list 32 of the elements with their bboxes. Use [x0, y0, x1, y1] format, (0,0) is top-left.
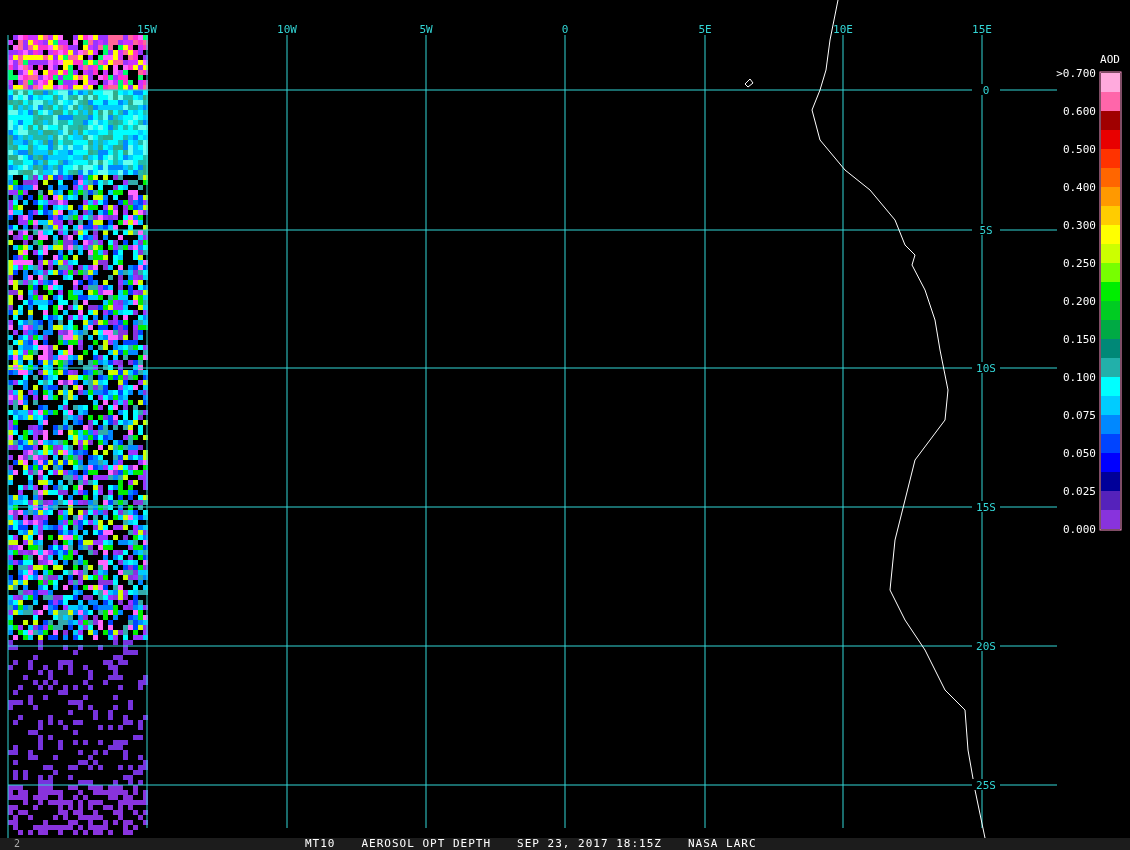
- longitude-label: 10E: [833, 23, 853, 36]
- longitude-label: 5W: [419, 23, 433, 36]
- legend-value: 0.050: [1062, 447, 1096, 460]
- status-text: AEROSOL OPT DEPTH: [361, 838, 492, 850]
- legend-value: 0.075: [1062, 409, 1096, 422]
- legend-value: 0.250: [1062, 257, 1096, 270]
- latitude-label: 5S: [979, 224, 993, 237]
- longitude-label: 0: [561, 23, 569, 36]
- status-text: SEP 23, 2017 18:15Z: [517, 838, 662, 850]
- latitude-label: 20S: [976, 640, 996, 653]
- legend-value: 0.200: [1062, 295, 1096, 308]
- status-text: MT10: [305, 838, 336, 850]
- longitude-label: 10W: [277, 23, 297, 36]
- legend-value: 0.400: [1062, 181, 1096, 194]
- legend-title: AOD: [1100, 53, 1120, 66]
- latitude-label: 0: [982, 84, 990, 97]
- longitude-label: 15W: [137, 23, 157, 36]
- latitude-label: 25S: [976, 779, 996, 792]
- status-text: NASA LARC: [687, 838, 757, 850]
- legend-value: >0.700: [1056, 67, 1096, 80]
- longitude-label: 15E: [972, 23, 992, 36]
- legend-value: 0.000: [1062, 523, 1096, 536]
- latitude-label: 10S: [976, 362, 996, 375]
- frame-number: 2: [13, 838, 22, 850]
- legend-value: 0.100: [1062, 371, 1096, 384]
- legend-value: 0.150: [1062, 333, 1096, 346]
- legend-value: 0.600: [1062, 105, 1096, 118]
- longitude-label: 5E: [698, 23, 712, 36]
- legend-value: 0.025: [1062, 485, 1096, 498]
- legend-value: 0.300: [1062, 219, 1096, 232]
- legend-value: 0.500: [1062, 143, 1096, 156]
- latitude-label: 15S: [976, 501, 996, 514]
